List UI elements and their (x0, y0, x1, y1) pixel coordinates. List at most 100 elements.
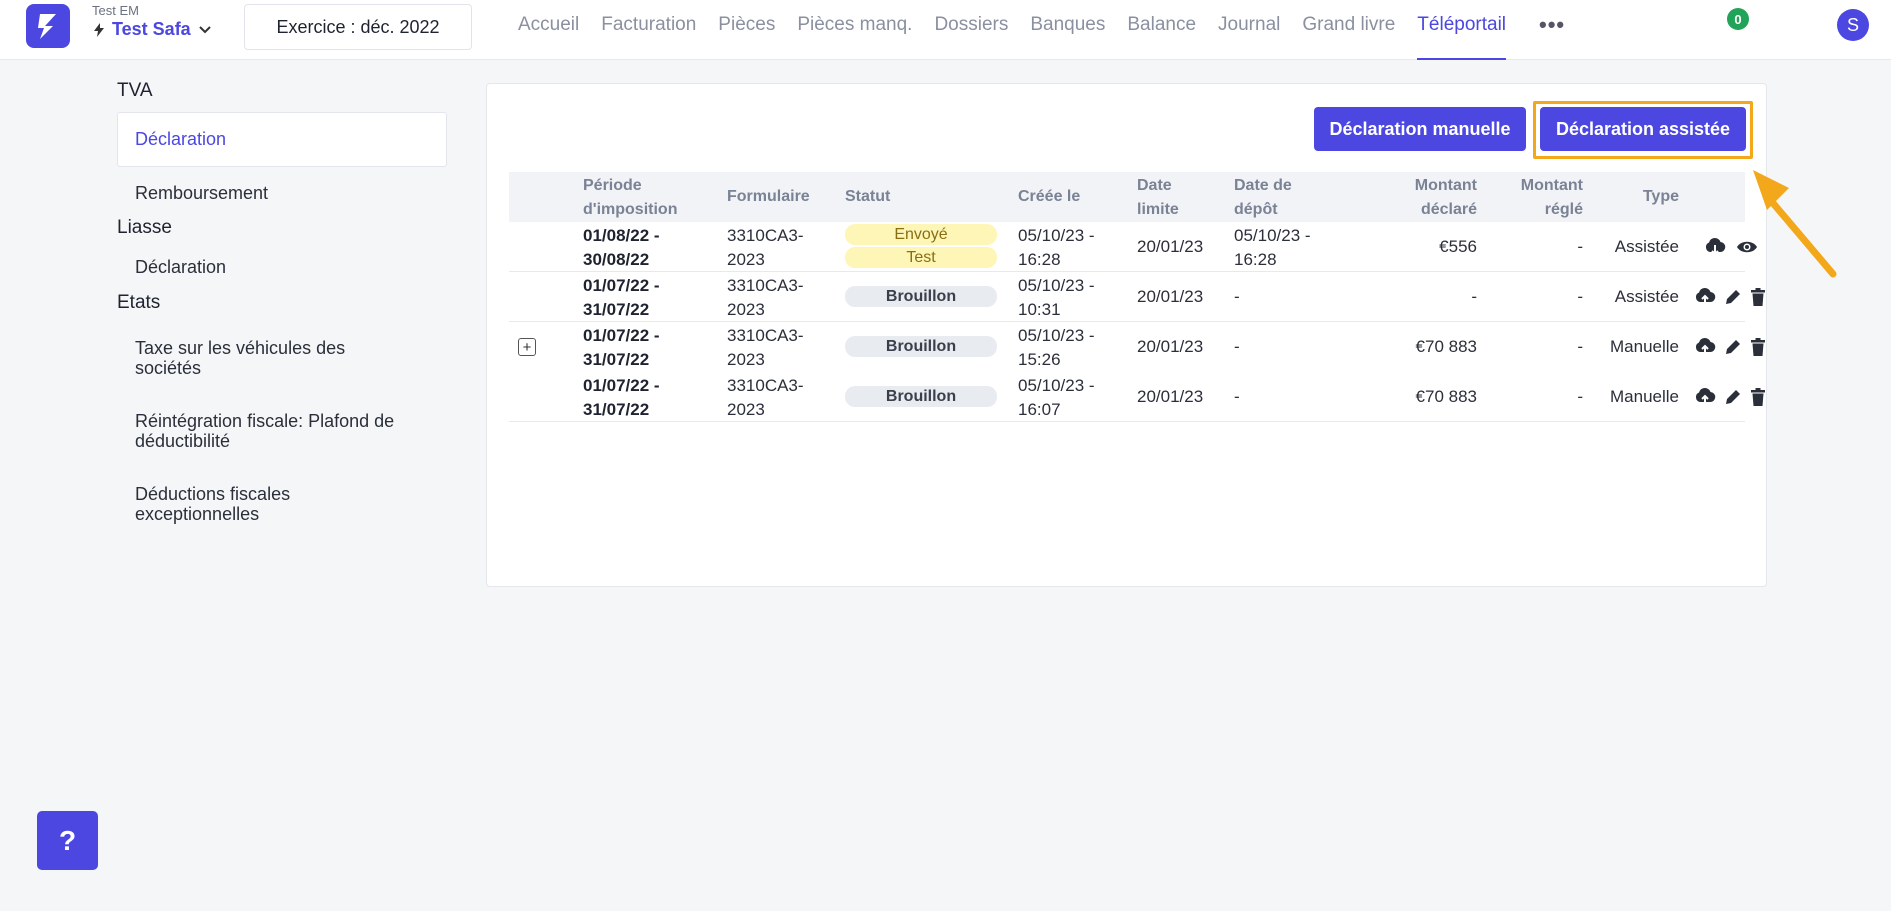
cloud-download-icon[interactable] (1704, 236, 1726, 258)
pencil-icon[interactable] (1722, 336, 1744, 358)
assisted-declaration-button[interactable]: Déclaration assistée (1540, 107, 1746, 151)
main-nav: Accueil Facturation Pièces Pièces manq. … (507, 0, 1517, 60)
cell-date-limite: 20/01/23 (1137, 237, 1204, 256)
user-avatar[interactable]: S (1837, 9, 1869, 41)
pencil-icon[interactable] (1722, 386, 1744, 408)
status-badge: Brouillon (845, 286, 997, 307)
manual-declaration-button[interactable]: Déclaration manuelle (1314, 107, 1526, 151)
cell-date-depot: 05/10/23 - 16:28 (1234, 226, 1311, 269)
app-logo[interactable] (26, 4, 70, 48)
declarations-panel: Déclaration manuelle Déclaration assisté… (486, 83, 1767, 587)
cell-date-depot: - (1234, 337, 1240, 356)
sidebar-item-tva-declaration[interactable]: Déclaration (117, 112, 447, 167)
nav-teleportail[interactable]: Téléportail (1406, 0, 1517, 60)
nav-accueil[interactable]: Accueil (507, 0, 590, 60)
table-header: Période d'imposition Formulaire Statut C… (509, 172, 1745, 222)
sidebar-item-remboursement[interactable]: Remboursement (117, 183, 447, 203)
nav-pieces-manquantes[interactable]: Pièces manq. (786, 0, 923, 60)
bolt-icon (94, 22, 104, 37)
cell-formulaire: 3310CA3-2023 (727, 226, 804, 269)
table-row[interactable]: + 01/07/22 - 31/07/22 3310CA3-2023 Broui… (509, 322, 1765, 372)
nav-dossiers[interactable]: Dossiers (923, 0, 1019, 60)
sidebar-section-etats: Etats (117, 292, 161, 313)
cell-formulaire: 3310CA3-2023 (727, 326, 804, 369)
trash-icon[interactable] (1747, 286, 1769, 308)
top-bar: Test EM Test Safa Exercice : déc. 2022 A… (0, 0, 1891, 60)
exercise-selector[interactable]: Exercice : déc. 2022 (244, 4, 472, 50)
col-header-periode[interactable]: Période d'imposition (583, 174, 693, 222)
sidebar-item-liasse-declaration[interactable]: Déclaration (117, 257, 447, 277)
nav-journal[interactable]: Journal (1207, 0, 1291, 60)
cell-type: Assistée (1614, 287, 1679, 306)
sidebar-item-reintegration-fiscale[interactable]: Réintégration fiscale: Plafond de déduct… (117, 411, 427, 451)
expand-row-icon[interactable]: + (518, 338, 536, 356)
status-badge-test: Test (845, 247, 997, 268)
sidebar-item-deductions-fiscales[interactable]: Déductions fiscales exceptionnelles (117, 484, 357, 524)
cell-date-limite: 20/01/23 (1137, 287, 1204, 306)
more-menu-icon[interactable]: ••• (1539, 12, 1565, 38)
table-row[interactable]: 01/07/22 - 31/07/22 3310CA3-2023 Brouill… (509, 372, 1765, 422)
col-header-date-limite[interactable]: Date limite (1137, 174, 1197, 222)
col-header-date-depot[interactable]: Date de dépôt (1234, 174, 1304, 222)
table-row[interactable]: 01/08/22 - 30/08/22 3310CA3-2023 Envoyé … (509, 222, 1757, 272)
cell-creee: 05/10/23 - 15:26 (1018, 326, 1095, 369)
cell-montant-declare: €70 883 (1415, 337, 1477, 356)
cloud-upload-icon[interactable] (1694, 286, 1716, 308)
trash-icon[interactable] (1747, 336, 1769, 358)
col-header-creee[interactable]: Créée le (1018, 185, 1080, 209)
cell-type: Manuelle (1610, 387, 1679, 406)
cell-montant-regle: - (1577, 287, 1583, 306)
nav-balance[interactable]: Balance (1116, 0, 1207, 60)
cell-type: Assistée (1614, 237, 1679, 256)
declarations-table: Période d'imposition Formulaire Statut C… (509, 172, 1765, 422)
sidebar-section-liasse: Liasse (117, 217, 172, 238)
status-badge: Brouillon (845, 336, 997, 357)
table-row[interactable]: 01/07/22 - 31/07/22 3310CA3-2023 Brouill… (509, 272, 1765, 322)
logo-icon (38, 14, 56, 39)
col-header-statut[interactable]: Statut (845, 185, 890, 209)
cell-creee: 05/10/23 - 10:31 (1018, 276, 1095, 319)
chevron-down-icon (198, 25, 211, 33)
cell-date-limite: 20/01/23 (1137, 387, 1204, 406)
sidebar: TVA Déclaration Remboursement Liasse Déc… (117, 80, 447, 524)
cell-montant-regle: - (1577, 237, 1583, 256)
cell-formulaire: 3310CA3-2023 (727, 376, 804, 419)
cell-montant-declare: €556 (1439, 237, 1477, 256)
nav-grand-livre[interactable]: Grand livre (1291, 0, 1406, 60)
cell-montant-declare: - (1471, 287, 1477, 306)
company-switcher[interactable]: Test EM Test Safa (92, 3, 213, 40)
company-subtitle: Test EM (92, 3, 139, 18)
cloud-upload-icon[interactable] (1694, 336, 1716, 358)
col-header-montant-regle[interactable]: Montant réglé (1503, 174, 1583, 222)
nav-facturation[interactable]: Facturation (590, 0, 707, 60)
nav-banques[interactable]: Banques (1019, 0, 1116, 60)
cell-date-depot: - (1234, 387, 1240, 406)
col-header-formulaire[interactable]: Formulaire (727, 185, 810, 209)
col-header-montant-declare[interactable]: Montant déclaré (1387, 174, 1477, 222)
cell-creee: 05/10/23 - 16:28 (1018, 226, 1095, 269)
sidebar-item-taxe-vehicules[interactable]: Taxe sur les véhicules des sociétés (117, 338, 407, 378)
cell-periode: 01/07/22 - 31/07/22 (583, 326, 660, 369)
sidebar-section-tva: TVA (117, 80, 153, 101)
status-badge: Envoyé (845, 224, 997, 245)
nav-pieces[interactable]: Pièces (707, 0, 786, 60)
cell-periode: 01/07/22 - 31/07/22 (583, 276, 660, 319)
cell-periode: 01/08/22 - 30/08/22 (583, 226, 660, 269)
cell-date-depot: - (1234, 287, 1240, 306)
notification-badge[interactable]: 0 (1727, 8, 1749, 30)
cell-date-limite: 20/01/23 (1137, 337, 1204, 356)
help-button[interactable]: ? (37, 811, 98, 870)
cell-periode: 01/07/22 - 31/07/22 (583, 376, 660, 419)
pointer-arrow-icon (1753, 170, 1837, 278)
cell-formulaire: 3310CA3-2023 (727, 276, 804, 319)
cell-creee: 05/10/23 - 16:07 (1018, 376, 1095, 419)
cell-montant-regle: - (1577, 337, 1583, 356)
trash-icon[interactable] (1747, 386, 1769, 408)
pencil-icon[interactable] (1722, 286, 1744, 308)
cloud-upload-icon[interactable] (1694, 386, 1716, 408)
company-name: Test Safa (112, 19, 191, 39)
cell-type: Manuelle (1610, 337, 1679, 356)
status-badge: Brouillon (845, 386, 997, 407)
cell-montant-declare: €70 883 (1415, 387, 1477, 406)
col-header-type[interactable]: Type (1589, 185, 1679, 209)
